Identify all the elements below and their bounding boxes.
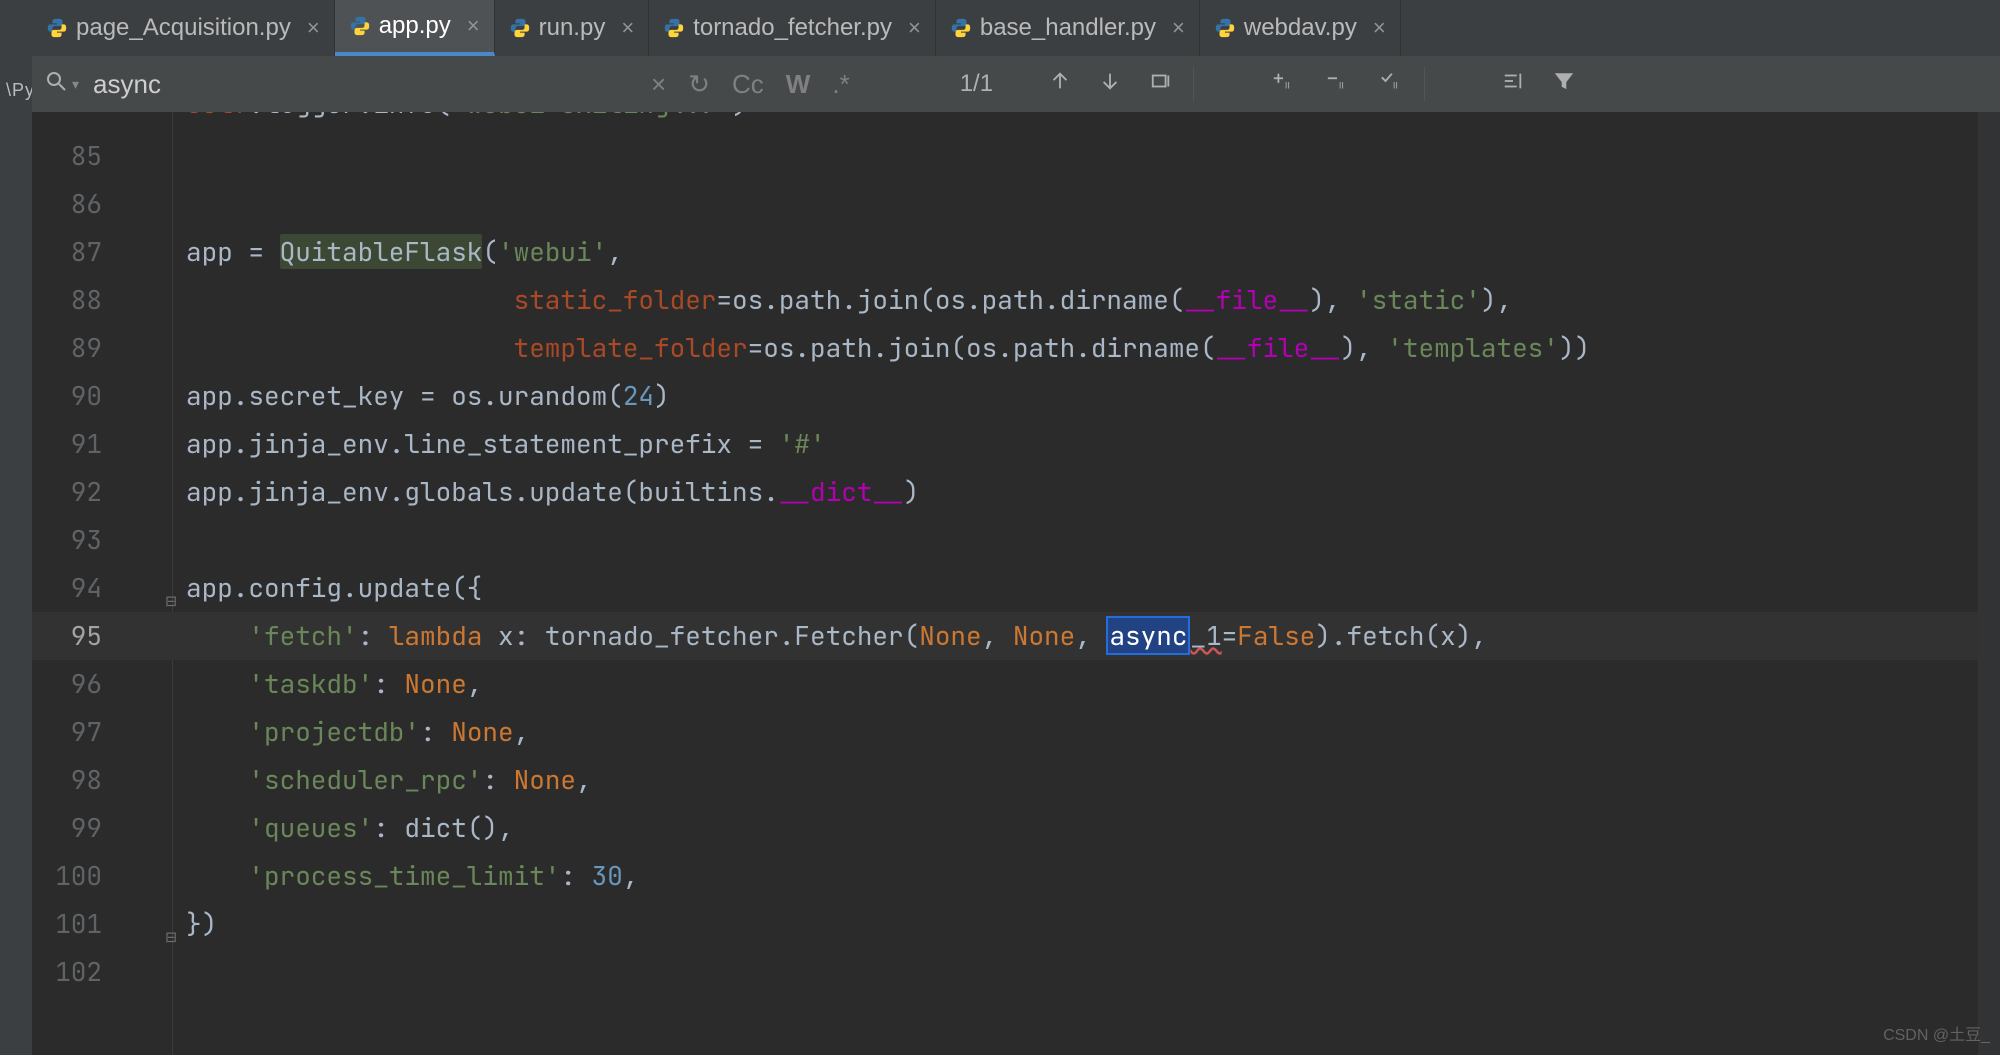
tab-base-handler[interactable]: base_handler.py × [936, 0, 1200, 56]
whole-words-toggle[interactable]: W [786, 69, 811, 100]
line-number: 97 [32, 708, 132, 756]
history-icon[interactable]: ↻ [688, 69, 710, 100]
next-match-icon[interactable] [1099, 70, 1121, 98]
line-number: 92 [32, 468, 132, 516]
code-text: app.secret_key = os.urandom(24) [132, 372, 670, 420]
project-label: \Py [6, 80, 35, 101]
line-number: 86 [32, 180, 132, 228]
code-text: 'scheduler_rpc': None, [132, 756, 592, 804]
separator [1193, 67, 1194, 101]
select-all-occurrences-icon[interactable]: II [1378, 70, 1404, 98]
close-icon[interactable]: × [1172, 15, 1185, 41]
line-number: 93 [32, 516, 132, 564]
editor-tabs: page_Acquisition.py × app.py × run.py × … [32, 0, 2000, 57]
chevron-down-icon[interactable]: ▾ [72, 76, 79, 93]
code-text: app.jinja_env.globals.update(builtins.__… [132, 468, 919, 516]
match-count: 1/1 [960, 70, 993, 98]
line-number: 87 [32, 228, 132, 276]
fold-open-icon[interactable]: ⊟ [164, 578, 178, 596]
python-file-icon [349, 15, 371, 37]
tab-page-acquisition[interactable]: page_Acquisition.py × [32, 0, 335, 56]
tab-label: webdav.py [1244, 14, 1357, 42]
close-icon[interactable]: × [908, 15, 921, 41]
remove-selection-icon[interactable]: II [1324, 70, 1350, 98]
code-text: 'process_time_limit': 30, [132, 852, 638, 900]
settings-list-icon[interactable] [1501, 70, 1525, 98]
watermark: CSDN @土豆_ [1883, 1021, 1990, 1045]
svg-text:II: II [1285, 80, 1290, 90]
code-text: 'queues': dict(), [132, 804, 514, 852]
tab-label: tornado_fetcher.py [693, 14, 892, 42]
line-number: 88 [32, 276, 132, 324]
python-file-icon [46, 17, 68, 39]
code-text: self.logger.info('webui exiting...') [132, 112, 748, 128]
code-text: app.jinja_env.line_statement_prefix = '#… [132, 420, 826, 468]
match-case-toggle[interactable]: Cc [732, 69, 764, 100]
vertical-scrollbar[interactable] [1978, 112, 2000, 1055]
tab-label: app.py [379, 12, 451, 40]
prev-match-icon[interactable] [1049, 70, 1071, 98]
line-number: 94 [32, 564, 132, 612]
close-icon[interactable]: × [621, 15, 634, 41]
code-text: app.config.update({ [132, 564, 482, 612]
code-editor[interactable]: self.logger.info('webui exiting...') 85 … [32, 112, 2000, 1055]
line-number: 90 [32, 372, 132, 420]
close-icon[interactable]: × [467, 13, 480, 39]
python-file-icon [950, 17, 972, 39]
python-file-icon [663, 17, 685, 39]
separator [1424, 67, 1425, 101]
select-all-icon[interactable] [1149, 70, 1173, 98]
tab-run[interactable]: run.py × [495, 0, 650, 56]
python-file-icon [509, 17, 531, 39]
close-icon[interactable]: × [1373, 15, 1386, 41]
tab-tornado-fetcher[interactable]: tornado_fetcher.py × [649, 0, 936, 56]
code-text: static_folder=os.path.join(os.path.dirna… [132, 276, 1512, 324]
line-number: 102 [32, 948, 132, 996]
filter-icon[interactable] [1553, 70, 1575, 98]
tab-label: base_handler.py [980, 14, 1156, 42]
find-bar: ▾ × ↻ Cc W .* 1/1 II II II [32, 56, 2000, 113]
code-text: 'taskdb': None, [132, 660, 482, 708]
code-text: app = QuitableFlask('webui', [132, 228, 623, 276]
line-number: 96 [32, 660, 132, 708]
line-number: 100 [32, 852, 132, 900]
tab-label: run.py [539, 14, 606, 42]
search-icon[interactable] [44, 69, 68, 99]
python-file-icon [1214, 17, 1236, 39]
fold-close-icon[interactable]: ⊟ [164, 914, 178, 932]
tab-webdav[interactable]: webdav.py × [1200, 0, 1401, 56]
line-number: 99 [32, 804, 132, 852]
clear-search-icon[interactable]: × [651, 69, 666, 100]
line-number: 91 [32, 420, 132, 468]
code-text: 'fetch': lambda x: tornado_fetcher.Fetch… [132, 612, 1487, 660]
search-match: async [1106, 616, 1190, 655]
line-number: 98 [32, 756, 132, 804]
code-text: 'projectdb': None, [132, 708, 529, 756]
line-number: 89 [32, 324, 132, 372]
line-number: 95 [32, 612, 132, 660]
left-project-rail[interactable]: \Py [0, 0, 33, 1055]
close-icon[interactable]: × [307, 15, 320, 41]
add-selection-icon[interactable]: II [1270, 70, 1296, 98]
svg-text:II: II [1339, 80, 1344, 90]
line-number: 85 [32, 132, 132, 180]
tab-label: page_Acquisition.py [76, 14, 291, 42]
line-number: 101 [32, 900, 132, 948]
svg-text:II: II [1393, 80, 1398, 90]
search-input[interactable] [85, 63, 641, 106]
code-text: template_folder=os.path.join(os.path.dir… [132, 324, 1590, 372]
tab-app[interactable]: app.py × [335, 0, 495, 56]
regex-toggle[interactable]: .* [832, 69, 849, 100]
